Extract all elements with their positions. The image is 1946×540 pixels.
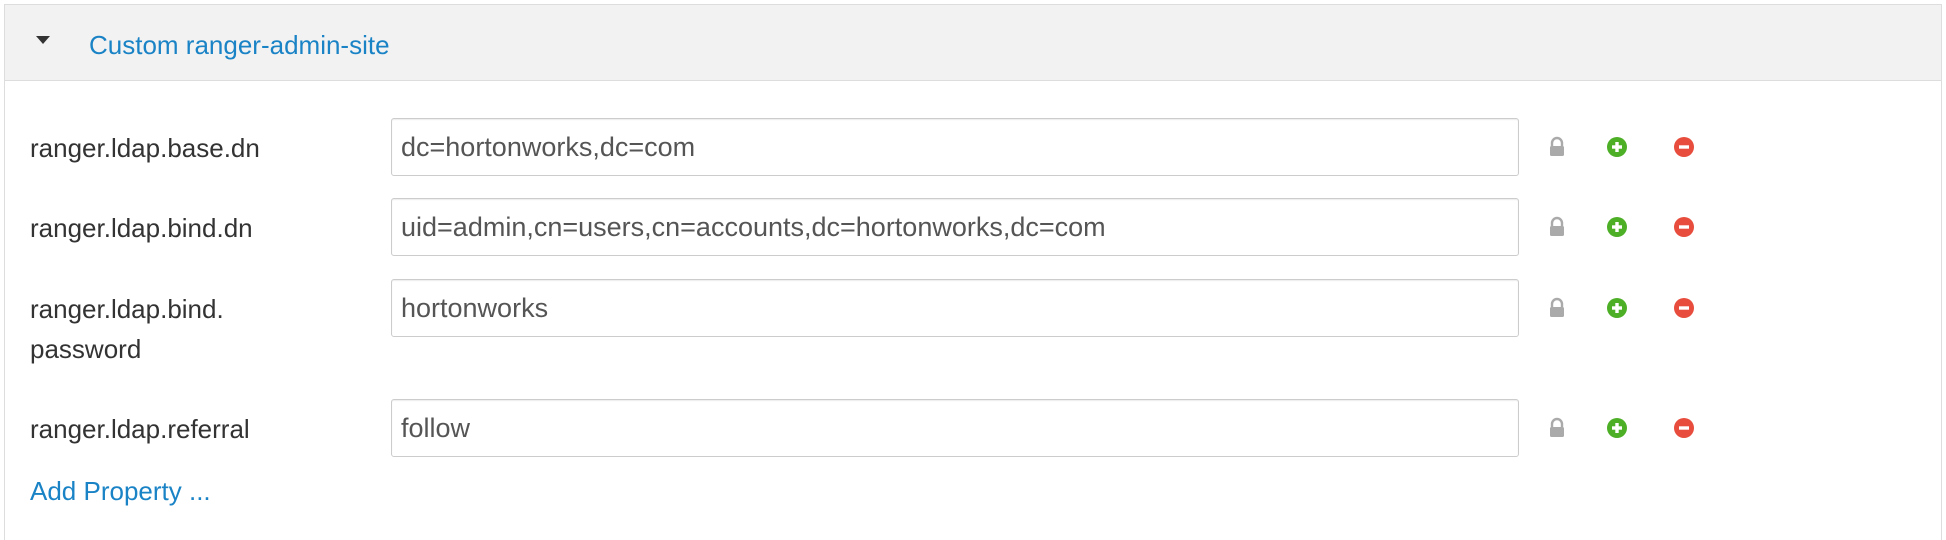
property-value-input[interactable] xyxy=(391,279,1519,337)
property-value-input[interactable] xyxy=(391,198,1519,256)
minus-circle-icon[interactable] xyxy=(1673,136,1695,158)
config-section-panel: Custom ranger-admin-site xyxy=(4,4,1942,540)
property-value-input[interactable] xyxy=(391,399,1519,457)
plus-circle-icon[interactable] xyxy=(1606,136,1628,158)
section-title[interactable]: Custom ranger-admin-site xyxy=(89,30,390,61)
lock-icon[interactable] xyxy=(1546,136,1568,158)
plus-circle-icon[interactable] xyxy=(1606,417,1628,439)
property-label: ranger.ldap.bind. password xyxy=(30,294,224,364)
plus-circle-icon[interactable] xyxy=(1606,297,1628,319)
minus-circle-icon[interactable] xyxy=(1673,297,1695,319)
lock-icon[interactable] xyxy=(1546,216,1568,238)
lock-icon[interactable] xyxy=(1546,417,1568,439)
property-value-input[interactable] xyxy=(391,118,1519,176)
caret-down-icon[interactable] xyxy=(36,36,50,44)
property-label: ranger.ldap.base.dn xyxy=(30,133,260,163)
property-label: ranger.ldap.referral xyxy=(30,414,250,444)
section-header[interactable]: Custom ranger-admin-site xyxy=(5,5,1941,81)
lock-icon[interactable] xyxy=(1546,297,1568,319)
plus-circle-icon[interactable] xyxy=(1606,216,1628,238)
minus-circle-icon[interactable] xyxy=(1673,417,1695,439)
minus-circle-icon[interactable] xyxy=(1673,216,1695,238)
add-property-link[interactable]: Add Property ... xyxy=(30,476,211,507)
property-label: ranger.ldap.bind.dn xyxy=(30,213,253,243)
